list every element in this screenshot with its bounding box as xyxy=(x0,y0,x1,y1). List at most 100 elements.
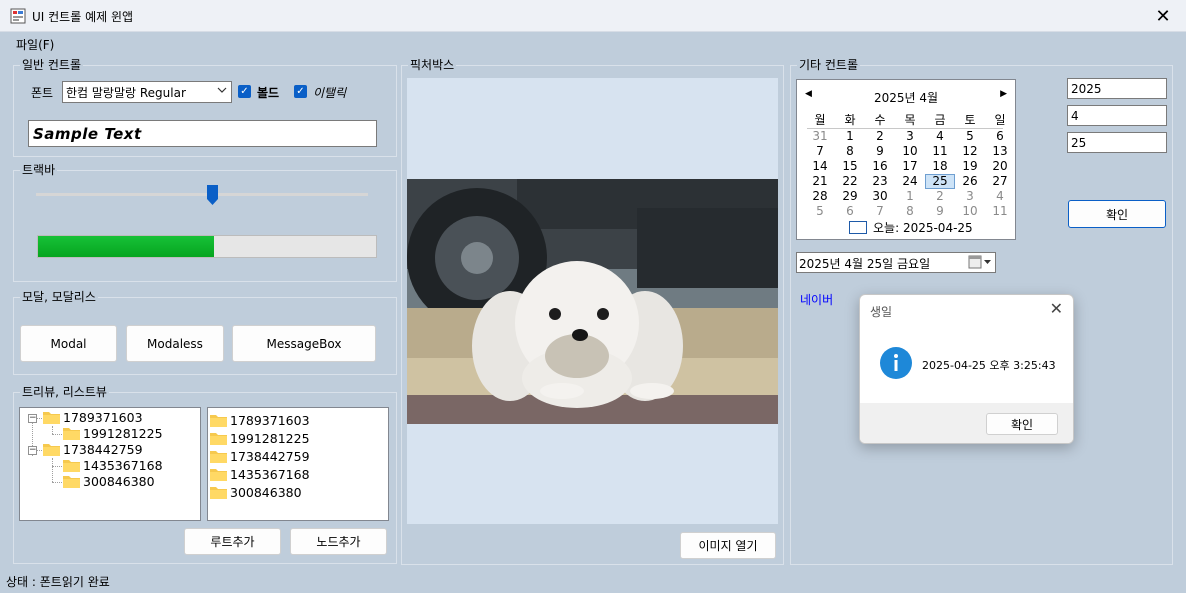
calendar-day[interactable]: 6 xyxy=(985,129,1015,144)
calendar-day[interactable]: 3 xyxy=(895,129,925,144)
calendar-day[interactable]: 28 xyxy=(805,189,835,204)
trackbar-track[interactable] xyxy=(36,193,368,196)
year-input[interactable]: 2025 xyxy=(1067,78,1167,99)
list-item[interactable]: 1435367168 xyxy=(210,467,310,482)
calendar-day[interactable]: 8 xyxy=(835,144,865,159)
calendar-day[interactable]: 2 xyxy=(925,189,955,204)
calendar-dropdown-icon[interactable] xyxy=(968,255,992,272)
group-label-treeview: 트리뷰, 리스트뷰 xyxy=(20,384,109,400)
tree-view[interactable]: − 1789371603 1991281225 − 1738442759 143… xyxy=(19,407,201,521)
calendar-day[interactable]: 13 xyxy=(985,144,1015,159)
calendar-day[interactable]: 3 xyxy=(955,189,985,204)
calendar-day[interactable]: 18 xyxy=(925,159,955,174)
calendar-day[interactable]: 10 xyxy=(955,204,985,219)
calendar-today[interactable]: 오늘: 2025-04-25 xyxy=(849,219,973,236)
list-item[interactable]: 1738442759 xyxy=(210,449,310,464)
calendar-day[interactable]: 15 xyxy=(835,159,865,174)
calendar-day[interactable]: 1 xyxy=(835,129,865,144)
calendar-day[interactable]: 26 xyxy=(955,174,985,189)
next-month-icon[interactable]: ▶ xyxy=(1000,89,1007,99)
calendar-day[interactable]: 2 xyxy=(865,129,895,144)
calendar-day[interactable]: 17 xyxy=(895,159,925,174)
calendar-day[interactable]: 19 xyxy=(955,159,985,174)
italic-checkbox[interactable]: ✓ xyxy=(294,85,307,98)
window-close-button[interactable]: ✕ xyxy=(1140,0,1186,32)
close-icon[interactable]: ✕ xyxy=(1050,299,1063,318)
group-label-etc: 기타 컨트롤 xyxy=(797,57,861,73)
menu-file[interactable]: 파일(F) xyxy=(16,36,54,53)
tree-node[interactable]: 300846380 xyxy=(63,474,155,489)
naver-link[interactable]: 네이버 xyxy=(800,291,833,308)
month-calendar[interactable]: ◀ 2025년 4월 ▶ 월 화 수 목 금 토 일 31 1 2 3 4 5 6 7 8 9 10 11 12 13 1… xyxy=(796,79,1016,240)
calendar-day[interactable]: 8 xyxy=(895,204,925,219)
calendar-day[interactable]: 25 xyxy=(925,174,955,189)
collapse-icon[interactable]: − xyxy=(28,414,37,423)
calendar-weekday: 화 xyxy=(844,113,856,127)
message-box-ok-button[interactable]: 확인 xyxy=(986,413,1058,435)
calendar-day[interactable]: 5 xyxy=(805,204,835,219)
date-time-picker[interactable]: 2025년 4월 25일 금요일 xyxy=(796,252,996,273)
folder-icon xyxy=(63,459,80,472)
month-input[interactable]: 4 xyxy=(1067,105,1167,126)
calendar-day[interactable]: 5 xyxy=(955,129,985,144)
calendar-day[interactable]: 11 xyxy=(925,144,955,159)
calendar-day[interactable]: 24 xyxy=(895,174,925,189)
calendar-day[interactable]: 1 xyxy=(895,189,925,204)
calendar-day[interactable]: 21 xyxy=(805,174,835,189)
calendar-day[interactable]: 14 xyxy=(805,159,835,174)
list-item[interactable]: 1991281225 xyxy=(210,431,310,446)
calendar-day[interactable]: 7 xyxy=(805,144,835,159)
list-item-label: 1435367168 xyxy=(230,467,310,482)
calendar-month-label[interactable]: 2025년 4월 xyxy=(797,89,1015,106)
list-item-label: 1991281225 xyxy=(230,431,310,446)
calendar-day[interactable]: 31 xyxy=(805,129,835,144)
trackbar-thumb[interactable] xyxy=(207,185,218,205)
sample-text-box[interactable]: Sample Text xyxy=(28,120,377,147)
tree-node[interactable]: 1789371603 xyxy=(43,410,143,425)
add-root-button[interactable]: 루트추가 xyxy=(184,528,281,555)
confirm-date-button[interactable]: 확인 xyxy=(1068,200,1166,228)
list-item-label: 1789371603 xyxy=(230,413,310,428)
tree-node[interactable]: 1738442759 xyxy=(43,442,143,457)
sample-text: Sample Text xyxy=(33,125,142,143)
calendar-day[interactable]: 6 xyxy=(835,204,865,219)
calendar-day[interactable]: 9 xyxy=(925,204,955,219)
calendar-day[interactable]: 20 xyxy=(985,159,1015,174)
calendar-day[interactable]: 10 xyxy=(895,144,925,159)
tree-node[interactable]: 1991281225 xyxy=(63,426,163,441)
calendar-day[interactable]: 4 xyxy=(985,189,1015,204)
calendar-day[interactable]: 29 xyxy=(835,189,865,204)
calendar-day[interactable]: 16 xyxy=(865,159,895,174)
calendar-day[interactable]: 4 xyxy=(925,129,955,144)
app-icon xyxy=(10,8,26,24)
font-select[interactable]: 한컴 말랑말랑 Regular xyxy=(62,81,232,103)
calendar-day[interactable]: 11 xyxy=(985,204,1015,219)
calendar-day[interactable]: 12 xyxy=(955,144,985,159)
day-input[interactable]: 25 xyxy=(1067,132,1167,153)
add-node-button[interactable]: 노드추가 xyxy=(290,528,387,555)
calendar-day[interactable]: 9 xyxy=(865,144,895,159)
calendar-day[interactable]: 23 xyxy=(865,174,895,189)
list-view[interactable]: 1789371603 1991281225 1738442759 1435367… xyxy=(207,407,389,521)
list-item[interactable]: 1789371603 xyxy=(210,413,310,428)
info-icon xyxy=(880,347,912,379)
calendar-day[interactable]: 22 xyxy=(835,174,865,189)
calendar-weekday: 월 xyxy=(814,113,826,127)
message-box-dialog: 생일 ✕ 2025-04-25 오후 3:25:43 확인 xyxy=(859,294,1074,444)
calendar-weekday: 금 xyxy=(934,113,946,127)
bold-checkbox[interactable]: ✓ xyxy=(238,85,251,98)
font-select-value: 한컴 말랑말랑 Regular xyxy=(66,86,186,100)
list-item[interactable]: 300846380 xyxy=(210,485,302,500)
collapse-icon[interactable]: − xyxy=(28,446,37,455)
group-label-trackbar: 트랙바 xyxy=(20,162,58,178)
calendar-day[interactable]: 30 xyxy=(865,189,895,204)
messagebox-button[interactable]: MessageBox xyxy=(232,325,376,362)
group-label-picture: 픽처박스 xyxy=(408,57,457,73)
modal-button[interactable]: Modal xyxy=(20,325,117,362)
calendar-day[interactable]: 27 xyxy=(985,174,1015,189)
calendar-day[interactable]: 7 xyxy=(865,204,895,219)
open-image-button[interactable]: 이미지 열기 xyxy=(680,532,776,559)
tree-node[interactable]: 1435367168 xyxy=(63,458,163,473)
calendar-weekday: 수 xyxy=(874,113,886,127)
modaless-button[interactable]: Modaless xyxy=(126,325,224,362)
